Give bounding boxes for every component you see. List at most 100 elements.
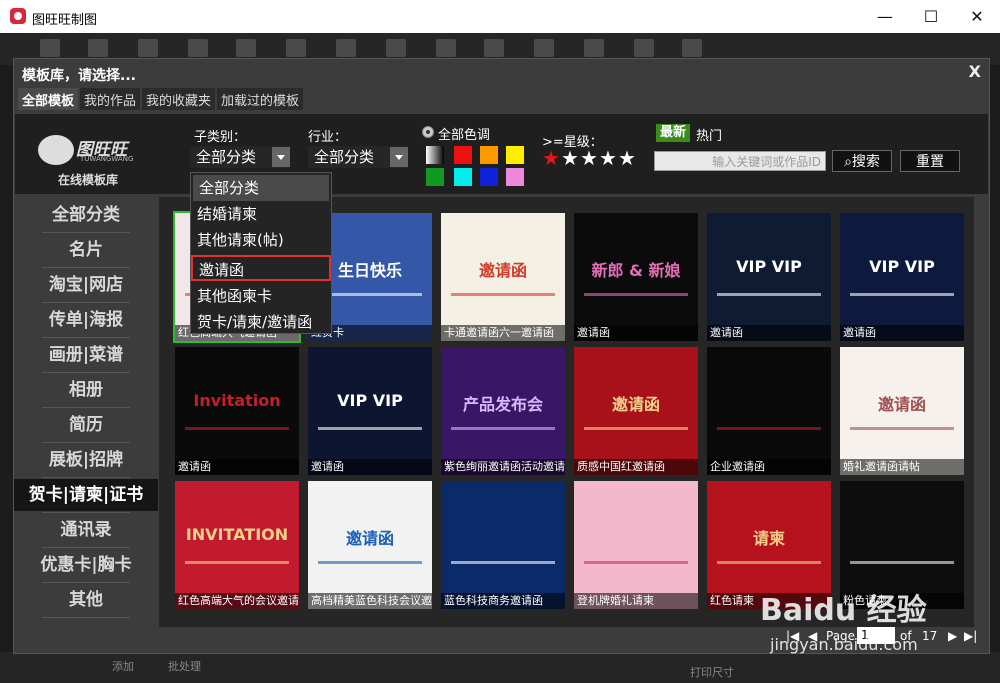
swatch-red[interactable] (454, 146, 472, 164)
toolbar-icon[interactable] (188, 39, 208, 57)
cut-icon[interactable] (484, 39, 504, 57)
batch-button[interactable]: 批处理 (168, 658, 201, 674)
toolbar-icon[interactable] (40, 39, 60, 57)
template-thumbnail[interactable]: VIP VIP 邀请函 (707, 213, 831, 341)
category-item[interactable]: 画册|菜谱 (14, 339, 158, 373)
category-item[interactable]: 全部分类 (14, 199, 158, 233)
dropdown-option-selected[interactable]: 邀请函 (191, 255, 331, 281)
dropdown-option[interactable]: 全部分类 (193, 175, 329, 201)
tab-my-works[interactable]: 我的作品 (80, 88, 141, 110)
template-caption: 婚礼邀请函请帖 (840, 459, 964, 475)
category-item-active[interactable]: 贺卡|请柬|证书 (14, 479, 158, 513)
file-icon[interactable] (88, 39, 108, 57)
template-thumbnail[interactable]: 邀请函 质感中国红邀请函 (574, 347, 698, 475)
reset-button[interactable]: 重置 (900, 150, 960, 172)
swatch-pink[interactable] (506, 168, 524, 186)
template-art: 邀请函 (478, 261, 527, 280)
template-decoration (318, 427, 422, 430)
tab-all-templates[interactable]: 全部模板 (18, 88, 79, 110)
close-window-button[interactable]: ✕ (954, 0, 1000, 33)
template-thumbnail[interactable]: Invitation 邀请函 (175, 347, 299, 475)
search-input[interactable]: 输入关键词或作品ID (654, 151, 826, 171)
star-icon[interactable]: ★ (561, 148, 579, 168)
tab-loaded-templates[interactable]: 加载过的模板 (217, 88, 304, 110)
hot-button[interactable]: 热门 (696, 125, 722, 144)
template-caption: 质感中国红邀请函 (574, 459, 698, 475)
last-page-icon[interactable]: ▶| (964, 629, 977, 643)
template-thumbnail[interactable]: VIP VIP 邀请函 (308, 347, 432, 475)
category-item[interactable]: 优惠卡|胸卡 (14, 549, 158, 583)
category-item[interactable]: 淘宝|网店 (14, 269, 158, 303)
swatch-yellow[interactable] (506, 146, 524, 164)
watermark-url: jingyan.baidu.com (770, 635, 918, 654)
dropdown-option[interactable]: 结婚请柬 (191, 201, 331, 227)
template-art: 邀请函 (345, 529, 394, 548)
subcategory-label: 子类别： (194, 130, 247, 145)
category-item[interactable]: 传单|海报 (14, 304, 158, 338)
template-decoration (451, 561, 555, 564)
all-colors-radio[interactable] (422, 126, 434, 138)
category-item[interactable]: 展板|招牌 (14, 444, 158, 478)
template-thumbnail[interactable]: 蓝色科技商务邀请函 (441, 481, 565, 609)
category-item[interactable]: 其他 (14, 584, 158, 618)
star-icon[interactable]: ★ (542, 148, 560, 168)
copy-icon[interactable] (386, 39, 406, 57)
category-item[interactable]: 相册 (14, 374, 158, 408)
industry-value: 全部分类 (314, 148, 375, 166)
template-thumbnail[interactable]: VIP VIP 邀请函 (840, 213, 964, 341)
maximize-button[interactable]: ☐ (908, 0, 954, 33)
template-thumbnail[interactable]: 新郎 & 新娘邀请函 (574, 213, 698, 341)
dropdown-option[interactable]: 贺卡/请柬/邀请函 (191, 309, 331, 335)
star-icon[interactable]: ★ (580, 148, 598, 168)
template-thumbnail[interactable]: 产品发布会 紫色绚丽邀请函活动邀请 (441, 347, 565, 475)
toolbar-icon[interactable] (534, 39, 554, 57)
star-icon[interactable]: ★ (599, 148, 617, 168)
template-art: 新郎 & 新娘 (591, 261, 681, 280)
tab-favorites[interactable]: 我的收藏夹 (142, 88, 216, 110)
swatch-gray[interactable] (426, 146, 444, 164)
upload-icon[interactable] (336, 39, 356, 57)
template-thumbnail[interactable]: 登机牌婚礼请柬 (574, 481, 698, 609)
template-decoration (318, 561, 422, 564)
template-decoration (584, 293, 688, 296)
template-thumbnail[interactable]: INVITATION 红色高端大气的会议邀请 (175, 481, 299, 609)
swatch-blue[interactable] (480, 168, 498, 186)
swatch-orange[interactable] (480, 146, 498, 164)
industry-label: 行业： (308, 130, 348, 145)
square-icon[interactable] (584, 39, 604, 57)
paste-icon[interactable] (436, 39, 456, 57)
industry-select[interactable]: 全部分类 (308, 146, 408, 168)
star-icon[interactable]: ★ (618, 148, 636, 168)
template-decoration (584, 427, 688, 430)
window-title: 图旺旺制图 (32, 13, 98, 28)
search-button[interactable]: ⌕搜索 (832, 150, 892, 172)
print-icon[interactable] (236, 39, 256, 57)
template-thumbnail[interactable]: 邀请函 高档精美蓝色科技会议邀 (308, 481, 432, 609)
template-caption: 邀请函 (840, 325, 964, 341)
template-art: Invitation (193, 391, 281, 410)
gear-icon[interactable] (634, 39, 654, 57)
newest-button[interactable]: 最新 (656, 124, 691, 142)
swatch-green[interactable] (426, 168, 444, 186)
camera-icon[interactable] (286, 39, 306, 57)
minimize-button[interactable]: — (862, 0, 908, 33)
toolbar-icon[interactable] (682, 39, 702, 57)
dialog-close-button[interactable]: X (969, 62, 981, 81)
template-art: INVITATION (185, 525, 289, 544)
search-button-label: 搜索 (851, 154, 880, 170)
template-thumbnail[interactable]: 邀请函 婚礼邀请函请帖 (840, 347, 964, 475)
template-thumbnail[interactable]: 企业邀请函 (707, 347, 831, 475)
category-item[interactable]: 简历 (14, 409, 158, 443)
all-colors-label: 全部色调 (438, 128, 491, 143)
dropdown-option[interactable]: 其他函柬卡 (191, 283, 331, 309)
folder-icon[interactable] (138, 39, 158, 57)
swatch-cyan[interactable] (454, 168, 472, 186)
template-caption: 登机牌婚礼请柬 (574, 593, 698, 609)
template-caption: 邀请函 (574, 325, 698, 341)
template-thumbnail[interactable]: 邀请函 卡通邀请函六一邀请函 (441, 213, 565, 341)
category-item[interactable]: 名片 (14, 234, 158, 268)
category-item[interactable]: 通讯录 (14, 514, 158, 548)
subcategory-select[interactable]: 全部分类 (190, 146, 290, 168)
add-button[interactable]: 添加 (112, 658, 134, 674)
dropdown-option[interactable]: 其他请柬(帖) (191, 227, 331, 253)
